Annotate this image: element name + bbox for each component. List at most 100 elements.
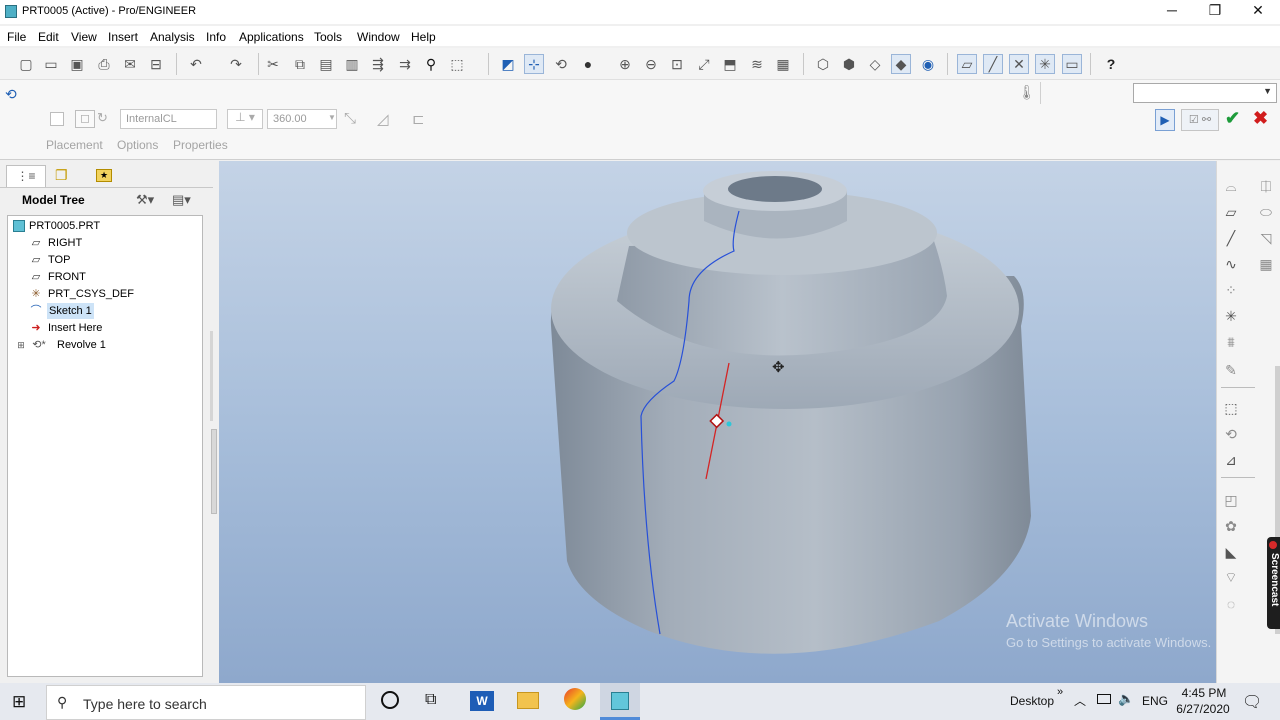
extrude-icon[interactable]: ⬚	[1220, 397, 1242, 419]
sketch-axis-icon[interactable]: ↻	[97, 110, 108, 126]
cancel-x-icon[interactable]: ✖	[1253, 108, 1268, 129]
word-icon[interactable]: W	[470, 691, 494, 711]
tree-item-csys[interactable]: ✳ PRT_CSYS_DEF	[8, 286, 202, 303]
volume-icon[interactable]: 🔈	[1118, 691, 1134, 707]
favorites-tab-icon[interactable]: ★	[96, 169, 112, 182]
flip-direction-icon[interactable]: ⤡	[344, 110, 356, 127]
no-hidden-icon[interactable]: ◇	[865, 54, 885, 74]
rib-icon[interactable]: ◣	[1220, 541, 1242, 563]
curve-tool-icon[interactable]: ∿	[1220, 253, 1242, 275]
clock-time[interactable]: 4:45 PM	[1178, 686, 1230, 700]
tree-item-part[interactable]: PRT0005.PRT	[8, 218, 202, 235]
zoom-out-icon[interactable]: ⊖	[641, 54, 661, 74]
appearance-icon[interactable]: ●	[578, 54, 598, 74]
expand-icon[interactable]: ⊞	[15, 339, 27, 351]
sketch-tool-icon[interactable]: ⌓	[1220, 175, 1242, 197]
file-explorer-icon[interactable]	[517, 692, 539, 709]
round-icon[interactable]: ◌	[1220, 593, 1242, 615]
close-window-button[interactable]: ✕	[1236, 0, 1280, 22]
task-view-icon[interactable]: ⧉	[425, 691, 436, 709]
menu-window[interactable]: Window	[357, 30, 400, 44]
refit-icon[interactable]: ⊡	[667, 54, 687, 74]
datum-planes-icon[interactable]: ▱	[957, 54, 977, 74]
folder-browser-tab-icon[interactable]: ❐	[55, 167, 68, 184]
clock-date[interactable]: 6/27/2020	[1174, 702, 1232, 716]
minimize-button[interactable]: ─	[1150, 0, 1194, 22]
sweep-icon[interactable]: ⊿	[1220, 449, 1242, 471]
dashboard-dropdown[interactable]: ▼	[1133, 83, 1277, 103]
redo-icon[interactable]: ↷	[226, 54, 246, 74]
cut-icon[interactable]: ✂	[263, 54, 283, 74]
graphics-viewport[interactable]: ✥ Activate Windows Go to Settings to act…	[219, 161, 1216, 683]
taskbar-search-box[interactable]: ⚲ Type here to search	[46, 685, 366, 720]
chevron-down-icon[interactable]: ▼	[328, 113, 336, 122]
settings-dropdown-icon[interactable]: ⚒▾	[136, 192, 154, 208]
layers-icon[interactable]: ≋	[747, 54, 767, 74]
screencast-side-tab[interactable]: Screencast	[1267, 537, 1280, 629]
revolve-tool-icon[interactable]: ⟲	[1220, 423, 1242, 445]
cortana-icon[interactable]	[381, 691, 399, 709]
view-manager-icon[interactable]: ▦	[773, 54, 793, 74]
point-tool-icon[interactable]: ⁘	[1220, 279, 1242, 301]
battery-icon[interactable]	[1097, 694, 1111, 704]
undo-icon[interactable]: ↶	[186, 54, 206, 74]
tab-placement[interactable]: Placement	[46, 138, 103, 152]
email-icon[interactable]: ✉	[120, 54, 140, 74]
thicken-icon[interactable]: ⊏	[412, 110, 425, 128]
shading-icon[interactable]: ◆	[891, 54, 911, 74]
menu-applications[interactable]: Applications	[239, 30, 304, 44]
open-icon[interactable]: ▭	[41, 54, 61, 74]
tree-item-right[interactable]: ▱ RIGHT	[8, 235, 202, 252]
saved-views-icon[interactable]: ⬒	[720, 54, 740, 74]
print-preview-icon[interactable]: ⊟	[146, 54, 166, 74]
analysis-tool-icon[interactable]: ⩩	[1220, 331, 1242, 353]
copy-icon[interactable]: ⧉	[290, 54, 310, 74]
tree-item-top[interactable]: ▱ TOP	[8, 252, 202, 269]
new-icon[interactable]: ▢	[16, 54, 36, 74]
repaint-icon[interactable]: ◩	[498, 54, 518, 74]
datum-axes-icon[interactable]: ╱	[983, 54, 1003, 74]
find-icon[interactable]: ⚲	[421, 54, 441, 74]
notifications-icon[interactable]: 🗨	[1242, 692, 1262, 712]
menu-file[interactable]: File	[7, 30, 26, 44]
orient-icon[interactable]: ⟲	[551, 54, 571, 74]
enhanced-realism-icon[interactable]: ◉	[918, 54, 938, 74]
reorient-icon[interactable]: ⤢	[694, 54, 714, 74]
chevron-up-icon[interactable]: ︿	[1074, 692, 1086, 709]
angle-type-icon[interactable]: ⊥ ▾	[227, 109, 263, 129]
print-icon[interactable]: ⎙	[94, 54, 114, 74]
draft-icon[interactable]: ⌔	[1220, 567, 1242, 589]
desktop-toolbar-label[interactable]: Desktop	[1010, 694, 1054, 708]
save-icon[interactable]: ▣	[67, 54, 87, 74]
regen-manager-icon[interactable]: ⇉	[395, 54, 415, 74]
select-box-icon[interactable]: ⬚	[447, 54, 467, 74]
model-tree-tab-icon[interactable]: ⋮≡	[6, 165, 46, 187]
chevron-double-icon[interactable]: »	[1057, 686, 1063, 698]
zoom-in-icon[interactable]: ⊕	[615, 54, 635, 74]
chrome-paint-icon[interactable]	[564, 688, 586, 710]
sketcher-icon[interactable]: ✎	[1220, 359, 1242, 381]
annotations-icon[interactable]: ▭	[1062, 54, 1082, 74]
csys-icon[interactable]: ✳	[1035, 54, 1055, 74]
paste-special-icon[interactable]: ▥	[342, 54, 362, 74]
preview-glasses-icon[interactable]: ☑ ⚯	[1181, 109, 1219, 131]
tree-item-insert-here[interactable]: ➜ Insert Here	[8, 320, 202, 337]
show-dropdown-icon[interactable]: ▤▾	[172, 192, 191, 208]
menu-help[interactable]: Help	[411, 30, 436, 44]
panel-sash[interactable]	[210, 331, 213, 421]
proe-taskbar-button[interactable]	[600, 683, 640, 720]
csys-tool-icon[interactable]: ✳	[1220, 305, 1242, 327]
plane-tool-icon[interactable]: ▱	[1220, 201, 1242, 223]
wireframe-icon[interactable]: ⬡	[813, 54, 833, 74]
menu-insert[interactable]: Insert	[108, 30, 138, 44]
axis-tool-icon[interactable]: ╱	[1220, 227, 1242, 249]
pause-resume-icon[interactable]: ▶	[1155, 109, 1175, 131]
menu-analysis[interactable]: Analysis	[150, 30, 195, 44]
shell-icon[interactable]: ✿	[1220, 515, 1242, 537]
whats-this-icon[interactable]: ?	[1101, 54, 1121, 74]
remove-material-icon[interactable]: ◿	[377, 110, 389, 128]
menu-view[interactable]: View	[71, 30, 97, 44]
paste-icon[interactable]: ▤	[316, 54, 336, 74]
windows-start-icon[interactable]: ⊞	[12, 692, 26, 712]
merge-icon[interactable]: ⬭	[1255, 201, 1277, 223]
